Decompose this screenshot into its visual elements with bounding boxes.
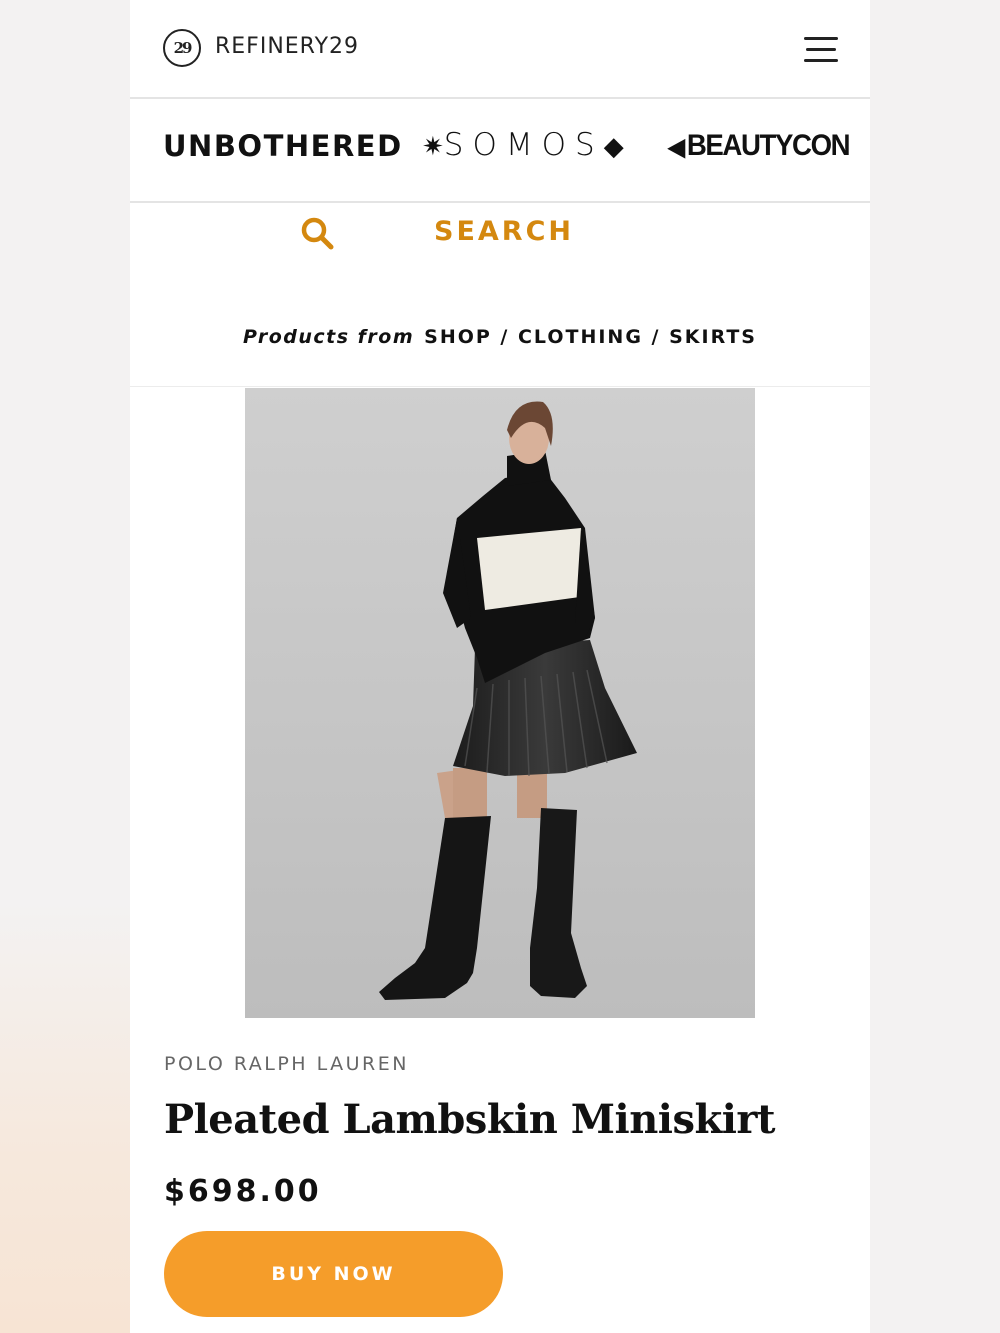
arrow-left-icon: ◀ <box>668 134 685 161</box>
diamond-icon: ◆ <box>603 132 624 162</box>
brand-somos-label: SOMOS <box>443 127 604 163</box>
breadcrumb: Products from SHOP / CLOTHING / SKIRTS <box>130 326 870 348</box>
divider <box>130 386 870 387</box>
brand-link-beautycon[interactable]: ◀BEAUTYCON <box>668 129 851 163</box>
product-price: $698.00 <box>164 1174 322 1209</box>
star-icon: ✷ <box>422 132 444 162</box>
brand-link-somos[interactable]: ✷SOMOS◆ <box>422 127 624 163</box>
product-image[interactable] <box>245 388 755 1018</box>
product-title: Pleated Lambskin Miniskirt <box>164 1096 775 1143</box>
brand-nav: UNBOTHERED ✷SOMOS◆ ◀BEAUTYCON <box>130 99 870 203</box>
brand-beautycon-label: BEAUTYCON <box>686 129 851 162</box>
buy-now-button[interactable]: BUY NOW <box>164 1231 503 1317</box>
hamburger-menu-icon[interactable] <box>804 37 840 65</box>
background-blur <box>0 900 130 1333</box>
breadcrumb-prefix: Products from <box>242 326 415 348</box>
search-icon[interactable] <box>300 216 334 250</box>
product-brand[interactable]: POLO RALPH LAUREN <box>164 1053 409 1075</box>
top-bar: 29 REFINERY29 <box>130 0 870 99</box>
site-logo-text[interactable]: REFINERY29 <box>215 34 359 59</box>
brand-link-unbothered[interactable]: UNBOTHERED <box>163 129 403 163</box>
refinery29-logo-icon[interactable]: 29 <box>163 29 201 67</box>
breadcrumb-path[interactable]: SHOP / CLOTHING / SKIRTS <box>424 326 757 348</box>
page: 29 REFINERY29 UNBOTHERED ✷SOMOS◆ ◀BEAUTY… <box>130 0 870 1333</box>
search-button[interactable]: SEARCH <box>434 216 574 247</box>
